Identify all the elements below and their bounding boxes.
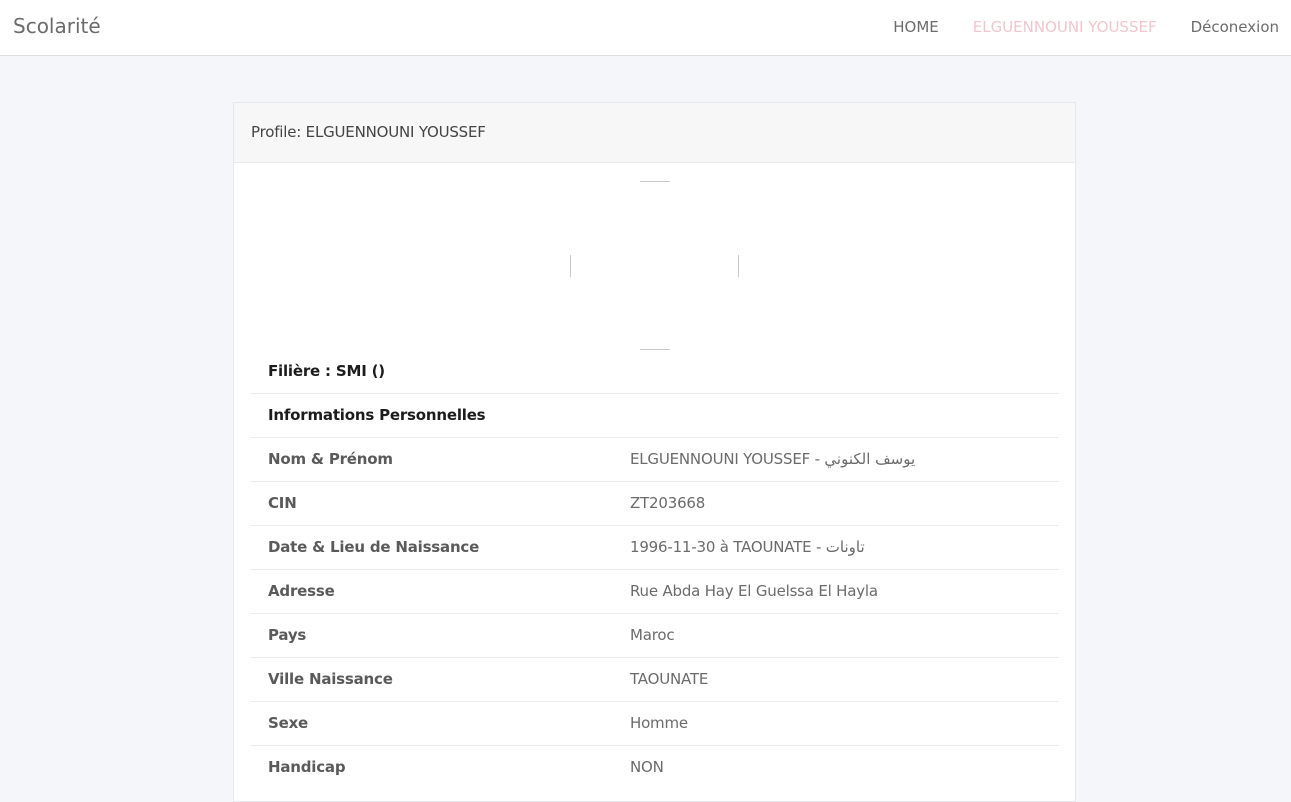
table-row: Nom & Prénom ELGUENNOUNI YOUSSEF - يوسف … xyxy=(251,436,1059,481)
top-navbar: Scolarité HOME ELGUENNOUNI YOUSSEF Décon… xyxy=(0,0,1291,56)
table-row: Pays Maroc xyxy=(251,612,1059,657)
table-row: Handicap NON xyxy=(251,744,1059,789)
row-value-name: ELGUENNOUNI YOUSSEF - يوسف الكنوني xyxy=(613,436,1059,481)
table-row: Sexe Homme xyxy=(251,700,1059,745)
row-label-address: Adresse xyxy=(251,568,613,613)
row-value-country: Maroc xyxy=(613,612,1059,657)
row-label-country: Pays xyxy=(251,612,613,657)
row-value-birth: 1996-11-30 à TAOUNATE - تاونات xyxy=(613,524,1059,569)
profile-card-header: Profile: ELGUENNOUNI YOUSSEF xyxy=(234,103,1075,163)
row-value-city: TAOUNATE xyxy=(613,656,1059,701)
row-value-address: Rue Abda Hay El Guelssa El Hayla xyxy=(613,568,1059,613)
row-label-city: Ville Naissance xyxy=(251,656,613,701)
row-label-birth: Date & Lieu de Naissance xyxy=(251,524,613,569)
row-value-cin: ZT203668 xyxy=(613,480,1059,525)
profile-card: Profile: ELGUENNOUNI YOUSSEF Filière : S… xyxy=(233,102,1076,802)
row-value-sex: Homme xyxy=(613,700,1059,745)
profile-info-table: Filière : SMI () Informations Personnell… xyxy=(251,349,1059,789)
table-row: Date & Lieu de Naissance 1996-11-30 à TA… xyxy=(251,524,1059,569)
section-title-row: Informations Personnelles xyxy=(251,392,1059,437)
profile-photo xyxy=(570,181,739,350)
nav-logout-link[interactable]: Déconexion xyxy=(1191,18,1279,36)
table-row: Adresse Rue Abda Hay El Guelssa El Hayla xyxy=(251,568,1059,613)
nav-user-link[interactable]: ELGUENNOUNI YOUSSEF xyxy=(973,18,1157,36)
row-label-name: Nom & Prénom xyxy=(251,436,613,481)
filiere-row: Filière : SMI () xyxy=(251,349,1059,393)
row-label-cin: CIN xyxy=(251,480,613,525)
brand-link[interactable]: Scolarité xyxy=(13,14,101,38)
section-title: Informations Personnelles xyxy=(251,392,1059,437)
row-label-handicap: Handicap xyxy=(251,744,613,789)
row-label-sex: Sexe xyxy=(251,700,613,745)
table-row: Ville Naissance TAOUNATE xyxy=(251,656,1059,701)
nav-links: HOME ELGUENNOUNI YOUSSEF Déconexion xyxy=(893,18,1279,36)
row-value-handicap: NON xyxy=(613,744,1059,789)
filiere-label: Filière : SMI () xyxy=(268,361,385,380)
nav-home-link[interactable]: HOME xyxy=(893,18,939,36)
table-row: CIN ZT203668 xyxy=(251,480,1059,525)
